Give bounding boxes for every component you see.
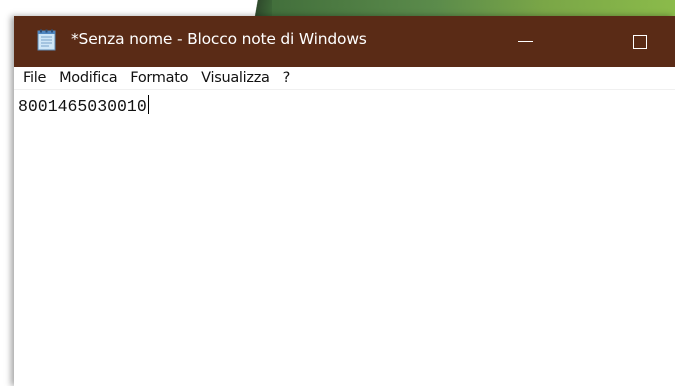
menu-file[interactable]: File <box>21 70 55 86</box>
text-editor-area[interactable]: 8001465030010 <box>14 90 675 386</box>
maximize-button[interactable] <box>617 16 663 67</box>
window-title: *Senza nome - Blocco note di Windows <box>71 30 367 48</box>
menu-format[interactable]: Formato <box>128 70 197 86</box>
screen: *Senza nome - Blocco note di Windows Fil… <box>0 0 675 386</box>
desktop-wallpaper-strip <box>240 0 675 16</box>
minimize-button[interactable] <box>502 16 548 67</box>
title-bar[interactable]: *Senza nome - Blocco note di Windows <box>14 16 675 67</box>
maximize-icon <box>633 34 647 49</box>
menu-help[interactable]: ? <box>281 70 299 86</box>
notepad-icon <box>37 29 56 51</box>
desktop-background <box>0 0 675 16</box>
notepad-window: *Senza nome - Blocco note di Windows Fil… <box>14 16 675 386</box>
menu-view[interactable]: Visualizza <box>199 70 278 86</box>
menu-edit[interactable]: Modifica <box>57 70 126 86</box>
desktop-wallpaper-edge <box>240 0 272 16</box>
minimize-icon <box>517 41 533 42</box>
menu-bar: File Modifica Formato Visualizza ? <box>14 67 675 90</box>
editor-content[interactable]: 8001465030010 <box>18 97 147 116</box>
text-caret <box>147 95 149 114</box>
